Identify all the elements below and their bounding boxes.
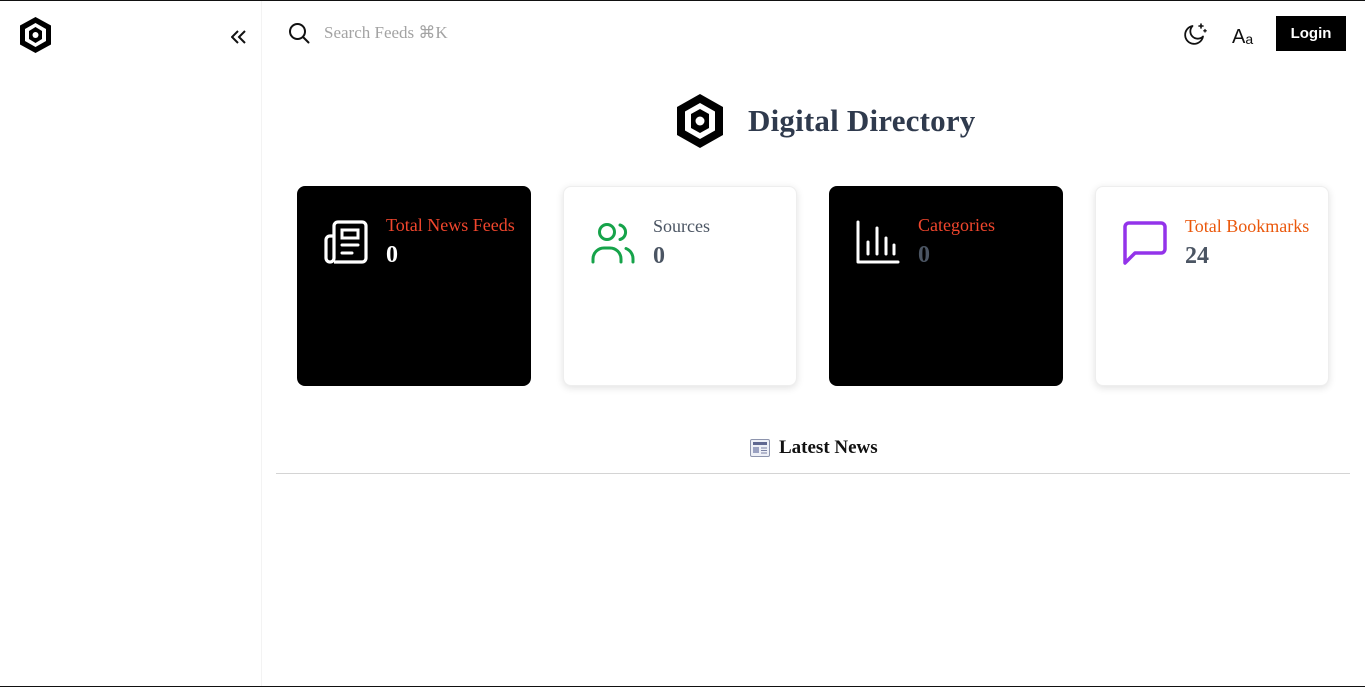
page-title: Digital Directory <box>748 103 976 138</box>
moon-sparkle-icon[interactable] <box>1182 21 1208 47</box>
latest-news-title: Latest News <box>779 437 878 458</box>
stat-card-sources[interactable]: Sources 0 <box>563 186 797 386</box>
stat-label: Total Bookmarks <box>1185 216 1310 236</box>
stat-label: Sources <box>653 216 710 236</box>
search-input[interactable] <box>324 19 584 47</box>
font-size-small-letter: a <box>1245 31 1254 47</box>
stat-value: 24 <box>1185 243 1209 269</box>
stat-value: 0 <box>918 242 930 268</box>
stat-value: 0 <box>386 242 398 268</box>
message-square-icon <box>1123 221 1167 265</box>
bar-chart-icon <box>856 220 900 264</box>
section-divider <box>276 473 1350 474</box>
newspaper-emoji-icon <box>750 439 770 457</box>
stat-card-total-news-feeds[interactable]: Total News Feeds 0 <box>297 186 531 386</box>
font-size-big-letter: A <box>1232 26 1246 48</box>
stat-label: Total News Feeds <box>386 215 515 235</box>
collapse-sidebar-button[interactable] <box>226 23 252 51</box>
latest-news-heading: Latest News <box>750 437 878 459</box>
chevrons-left-icon <box>231 30 246 44</box>
sidebar <box>0 1 262 686</box>
search-icon <box>289 23 310 44</box>
stat-card-total-bookmarks[interactable]: Total Bookmarks 24 <box>1095 186 1329 386</box>
brand-logo-icon <box>677 94 723 148</box>
app-logo-icon[interactable] <box>18 16 53 54</box>
font-size-button[interactable]: Aa <box>1232 20 1262 48</box>
top-bar: Aa Login <box>276 1 1365 67</box>
stat-value: 0 <box>653 243 665 269</box>
stat-label: Categories <box>918 215 995 235</box>
login-button[interactable]: Login <box>1276 16 1346 51</box>
stat-card-categories[interactable]: Categories 0 <box>829 186 1063 386</box>
newspaper-icon <box>324 220 368 264</box>
users-icon <box>591 223 635 264</box>
brand-header: Digital Directory <box>675 93 976 149</box>
